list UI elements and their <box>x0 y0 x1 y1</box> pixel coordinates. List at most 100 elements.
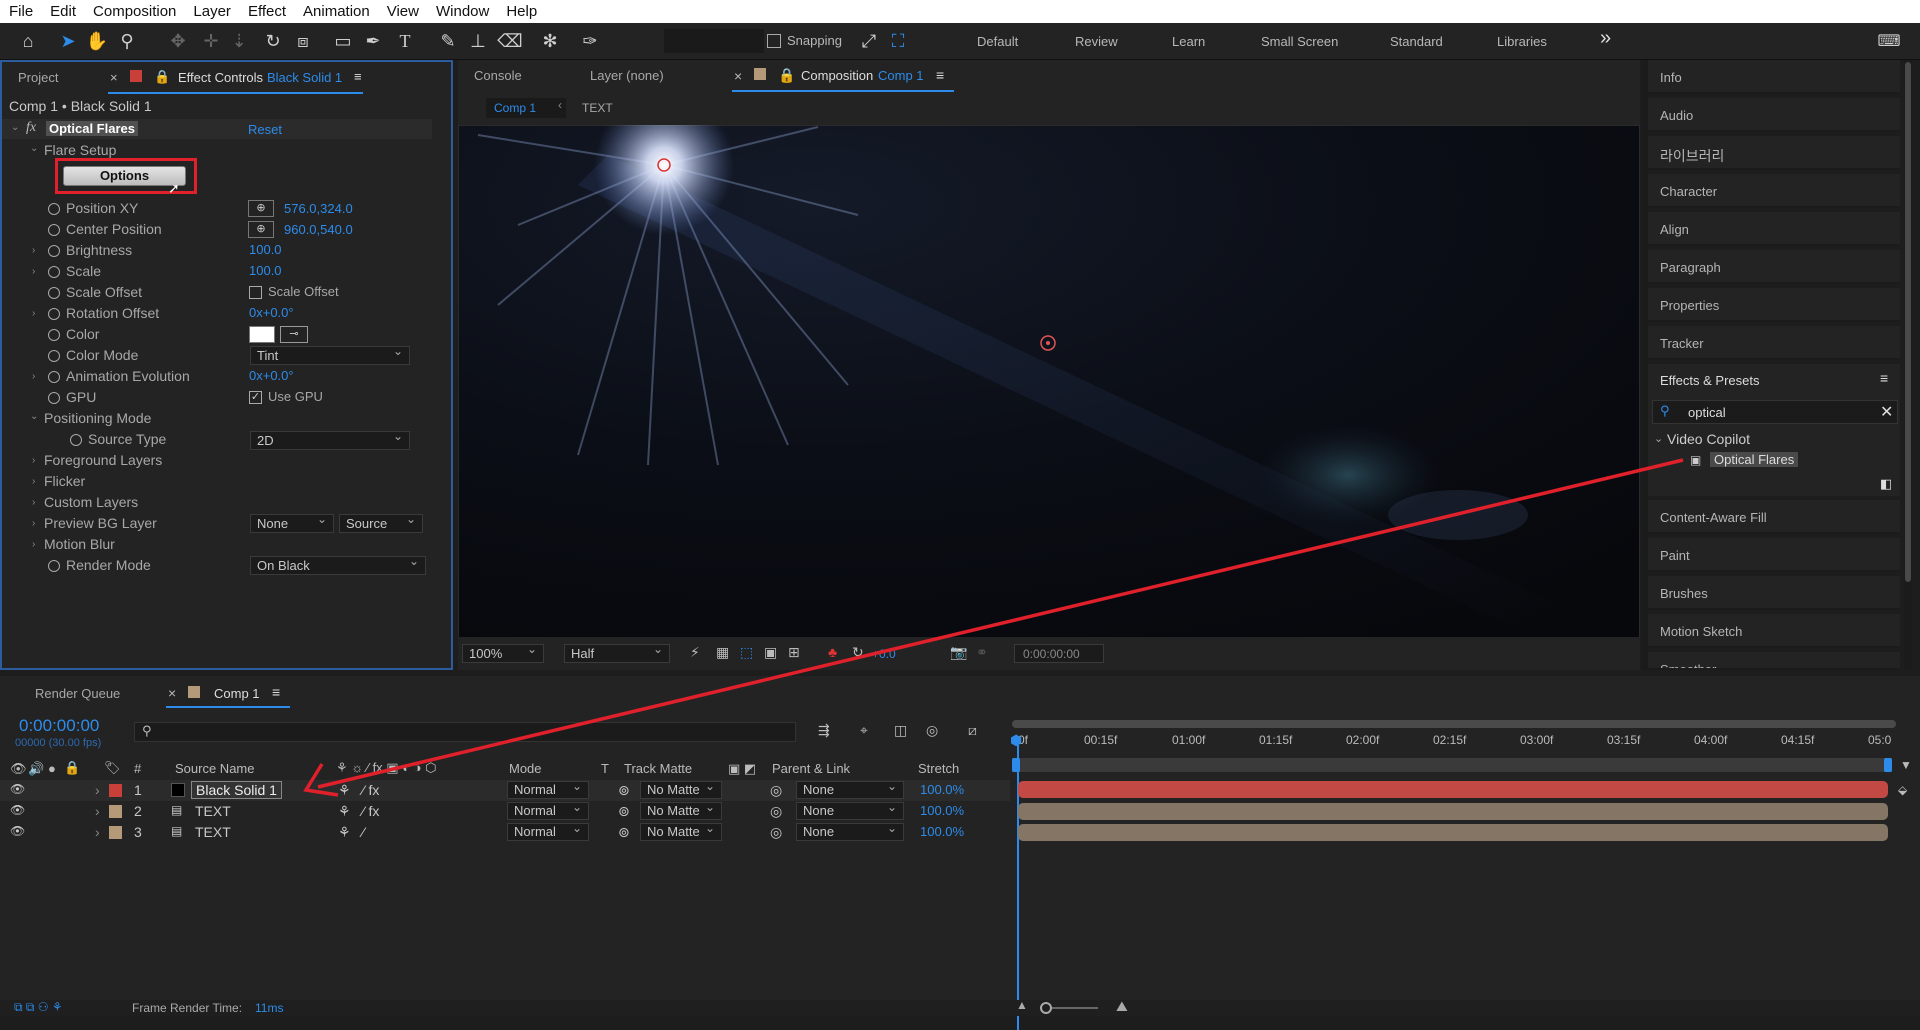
fx-icon[interactable]: fx <box>26 120 36 136</box>
resolution-dropdown[interactable]: Half <box>564 642 670 663</box>
tab-effect-controls[interactable]: Effect Controls <box>178 70 263 85</box>
solo-header-icon[interactable]: ● <box>48 761 56 776</box>
timeline-search-input[interactable] <box>134 722 796 742</box>
reset-exposure-icon[interactable]: ↻ <box>852 644 864 661</box>
status-toggle-icons[interactable]: ⧉ ⧉ ⚇ ⚘ <box>14 1000 63 1015</box>
orbit-camera-icon[interactable]: ✥ <box>165 28 191 54</box>
twirl-icon[interactable]: › <box>32 371 35 382</box>
track-matte-dropdown[interactable]: No Matte <box>640 821 722 841</box>
twirl-icon[interactable]: › <box>32 497 35 508</box>
twirl-icon[interactable]: › <box>32 518 35 529</box>
chevron-down-icon[interactable]: ⌄ <box>1654 432 1663 445</box>
clone-stamp-icon[interactable]: ⊥ <box>465 28 491 54</box>
roto-brush-icon[interactable]: ✻ <box>537 28 563 54</box>
menu-file[interactable]: File <box>0 3 41 20</box>
exposure-value[interactable]: +0.0 <box>872 647 896 661</box>
pick-whip-icon[interactable]: ◎ <box>770 824 782 841</box>
comp-marker-icon[interactable]: ▼ <box>1900 758 1912 772</box>
label-color[interactable] <box>109 784 122 797</box>
eraser-tool-icon[interactable]: ⌫ <box>497 28 523 54</box>
parent-dropdown[interactable]: None <box>796 779 904 799</box>
zoom-out-icon[interactable]: ▲ <box>1016 998 1028 1012</box>
matte-source-icon[interactable]: ⊚ <box>618 803 630 820</box>
frame-blending-icon[interactable]: ◎ <box>926 722 938 739</box>
color-mode-dropdown[interactable]: Tint <box>250 344 410 365</box>
color-swatch[interactable] <box>249 326 275 343</box>
snap-options-icon[interactable]: ⤢ <box>856 28 882 54</box>
twirl-icon[interactable]: › <box>32 266 35 277</box>
crosshair-icon[interactable]: ⊕ <box>248 200 274 217</box>
stretch-value[interactable]: 100.0% <box>920 803 964 818</box>
table-row[interactable]: 👁 › 1 Black Solid 1 ⚘ ⁄ fx Normal ⊚ No M… <box>0 779 1010 801</box>
eye-icon[interactable]: 👁 <box>10 824 25 838</box>
parent-dropdown[interactable]: None <box>796 800 904 820</box>
collapse-effect-icon[interactable]: ⌄ <box>11 122 19 133</box>
zoom-dropdown[interactable]: 100% <box>462 642 544 663</box>
snapshot-icon[interactable]: 📷 <box>950 644 967 661</box>
panel-menu-icon[interactable]: ≡ <box>1880 370 1888 386</box>
graph-editor-icon[interactable]: ⧄ <box>968 722 977 739</box>
pan-behind-icon[interactable]: ⧈ <box>290 28 316 54</box>
mask-visibility-icon[interactable]: ⬚ <box>740 644 753 661</box>
stopwatch-icon[interactable] <box>48 329 60 341</box>
preview-bg-layer-dropdown[interactable]: None <box>250 512 334 533</box>
reset-link[interactable]: Reset <box>248 122 282 137</box>
stopwatch-icon[interactable] <box>48 245 60 257</box>
column-mode[interactable]: Mode <box>509 761 542 776</box>
tab-comp-name[interactable]: Comp 1 <box>878 68 924 83</box>
positioning-twirl-icon[interactable]: ⌄ <box>30 411 38 422</box>
panel-character[interactable]: Character <box>1648 174 1900 208</box>
label-header-icon[interactable]: 🏷 <box>104 760 121 776</box>
menu-effect[interactable]: Effect <box>239 3 294 20</box>
fast-preview-icon[interactable]: ⚡ <box>690 644 700 661</box>
workspace-standard[interactable]: Standard <box>1390 34 1443 49</box>
menu-composition[interactable]: Composition <box>84 3 184 20</box>
column-track-matte[interactable]: Track Matte <box>624 761 692 776</box>
column-source-name[interactable]: Source Name <box>175 761 254 776</box>
preview-bg-source-dropdown[interactable]: Source <box>339 512 423 533</box>
comp-button-icon[interactable]: ⬙ <box>1898 783 1907 797</box>
shy-layers-icon[interactable]: ◫ <box>894 722 907 739</box>
crosshair-icon[interactable]: ⊕ <box>248 221 274 238</box>
timeline-zoom-handle[interactable] <box>1040 1002 1052 1014</box>
comp-nav-comp1[interactable]: Comp 1 <box>494 101 536 115</box>
rectangle-tool-icon[interactable]: ▭ <box>330 28 356 54</box>
menu-layer[interactable]: Layer <box>184 3 239 20</box>
tab-project[interactable]: Project <box>18 70 58 85</box>
pan-camera-icon[interactable]: ✛ <box>198 28 224 54</box>
layer-mode-dropdown[interactable]: Normal <box>507 779 589 799</box>
matte-source-icon[interactable]: ⊚ <box>618 782 630 799</box>
stopwatch-icon[interactable] <box>48 266 60 278</box>
tab-render-queue[interactable]: Render Queue <box>35 686 120 701</box>
tab-layer-name[interactable]: Black Solid 1 <box>267 70 342 85</box>
twirl-icon[interactable]: › <box>95 824 100 840</box>
eye-header-icon[interactable]: 👁 <box>10 761 27 777</box>
zoom-tool-icon[interactable]: ⚲ <box>114 28 140 54</box>
value-animation-evolution[interactable]: 0x+0.0° <box>249 368 294 383</box>
panel-motion-sketch[interactable]: Motion Sketch <box>1648 614 1900 648</box>
track-matte-dropdown[interactable]: No Matte <box>640 779 722 799</box>
layer-switches[interactable]: ⚘ ⁄ fx <box>338 803 379 820</box>
hand-tool-icon[interactable]: ✋ <box>84 28 110 54</box>
workspace-learn[interactable]: Learn <box>1172 34 1205 49</box>
channel-color-icon[interactable]: ♣ <box>828 644 837 660</box>
stopwatch-icon[interactable] <box>48 392 60 404</box>
panel-libraries-ko[interactable]: 라이브러리 <box>1648 136 1900 170</box>
layer-bar-black-solid[interactable] <box>1018 781 1888 798</box>
panel-menu-icon[interactable]: ≡ <box>272 684 280 700</box>
effect-optical-flares[interactable]: Optical Flares <box>1710 452 1799 467</box>
stopwatch-icon[interactable] <box>70 434 82 446</box>
close-icon[interactable]: × <box>168 685 176 701</box>
value-center-position[interactable]: 960.0,540.0 <box>284 222 353 237</box>
layer-switches[interactable]: ⚘ ⁄ <box>338 824 365 841</box>
lock-icon[interactable]: 🔒 <box>778 67 795 84</box>
menu-window[interactable]: Window <box>427 3 497 20</box>
twirl-icon[interactable]: › <box>32 476 35 487</box>
type-tool-icon[interactable]: T <box>392 28 418 54</box>
menu-help[interactable]: Help <box>497 3 545 20</box>
panel-properties[interactable]: Properties <box>1648 288 1900 322</box>
layer-name[interactable]: TEXT <box>195 824 231 840</box>
group-foreground-layers[interactable]: Foreground Layers <box>44 452 162 468</box>
layer-bar-text[interactable] <box>1018 803 1888 820</box>
time-navigator[interactable] <box>1012 758 1892 772</box>
